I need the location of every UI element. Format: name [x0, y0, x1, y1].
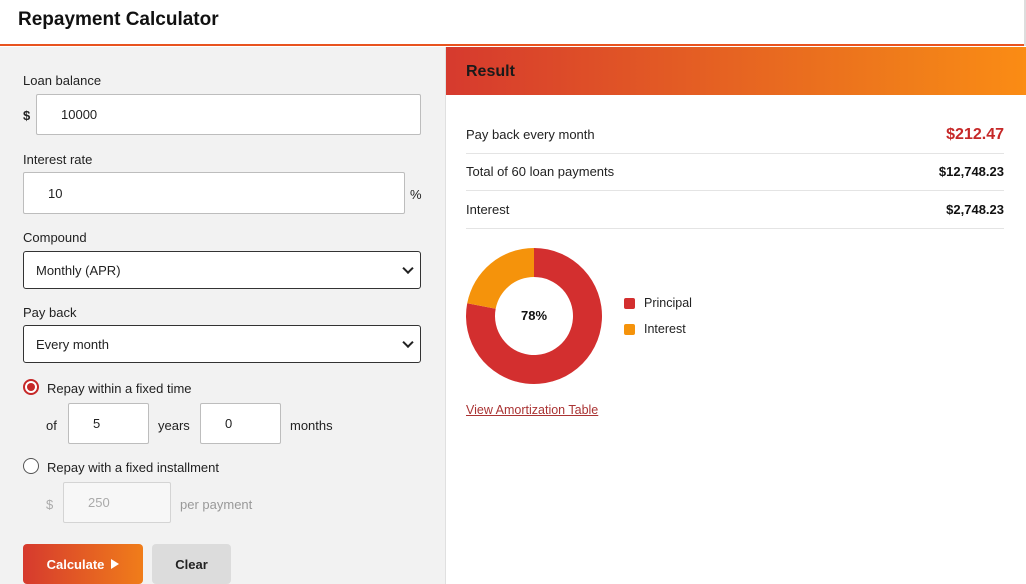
amortization-table-link[interactable]: View Amortization Table [466, 403, 598, 417]
result-header: Result [446, 47, 1026, 95]
compound-select[interactable]: Monthly (APR) [23, 251, 421, 289]
loan-currency-symbol: $ [23, 108, 31, 123]
result-row-interest: Interest $2,748.23 [466, 191, 1004, 229]
interest-rate-label: Interest rate [23, 152, 93, 167]
installment-currency: $ [46, 497, 54, 512]
of-label: of [46, 418, 57, 433]
result-panel: Result Pay back every month $212.47 Tota… [445, 47, 1026, 584]
result-row-value: $12,748.23 [938, 164, 1004, 179]
legend-swatch [624, 323, 635, 335]
result-row-label: Total of 60 loan payments [466, 164, 615, 179]
per-payment-label: per payment [180, 497, 253, 512]
app-header: Repayment Calculator [0, 0, 1026, 46]
loan-balance-input[interactable]: 10000 [36, 94, 421, 135]
percent-symbol: % [410, 187, 422, 202]
principal-interest-donut-chart: 78% [466, 248, 602, 384]
donut-center-label: 78% [521, 308, 547, 323]
fixed-time-radio[interactable] [23, 379, 39, 395]
loan-balance-label: Loan balance [23, 73, 102, 88]
clear-button[interactable]: Clear [152, 544, 231, 584]
legend-item-interest: Interest [624, 322, 686, 336]
result-row-label: Interest [466, 202, 510, 217]
installment-input[interactable]: 250 [63, 482, 171, 523]
legend-label: Interest [644, 322, 686, 336]
result-title: Result [466, 63, 515, 80]
years-input[interactable]: 5 [68, 403, 149, 444]
chevron-down-icon [402, 336, 414, 349]
months-input[interactable]: 0 [200, 403, 281, 444]
payback-label: Pay back [23, 305, 77, 320]
interest-rate-input[interactable]: 10 [23, 172, 405, 214]
result-row-total: Total of 60 loan payments $12,748.23 [466, 153, 1004, 191]
compound-select-value: Monthly (APR) [36, 262, 121, 278]
legend-swatch [624, 297, 635, 309]
compound-label: Compound [23, 230, 87, 245]
fixed-time-label: Repay within a fixed time [47, 381, 192, 396]
years-label: years [158, 418, 190, 433]
page-title: Repayment Calculator [18, 9, 219, 30]
calculate-button-label: Calculate [46, 556, 105, 572]
fixed-installment-label: Repay with a fixed installment [47, 460, 219, 475]
donut-slice-interest [467, 248, 534, 309]
fixed-installment-radio[interactable] [23, 458, 39, 474]
payback-select-value: Every month [36, 336, 109, 352]
calculator-form: Loan balance $ 10000 Interest rate 10 % … [0, 47, 445, 584]
legend-item-principal: Principal [624, 296, 692, 310]
result-row-value: $2,748.23 [946, 202, 1004, 217]
play-icon [111, 559, 120, 569]
result-row-value: $212.47 [946, 125, 1004, 143]
chevron-down-icon [402, 262, 414, 275]
months-label: months [290, 418, 333, 433]
result-row-label: Pay back every month [466, 127, 595, 142]
result-row-monthly: Pay back every month $212.47 [466, 116, 1004, 154]
calculate-button[interactable]: Calculate [23, 544, 143, 584]
payback-select[interactable]: Every month [23, 325, 421, 363]
legend-label: Principal [644, 296, 692, 310]
